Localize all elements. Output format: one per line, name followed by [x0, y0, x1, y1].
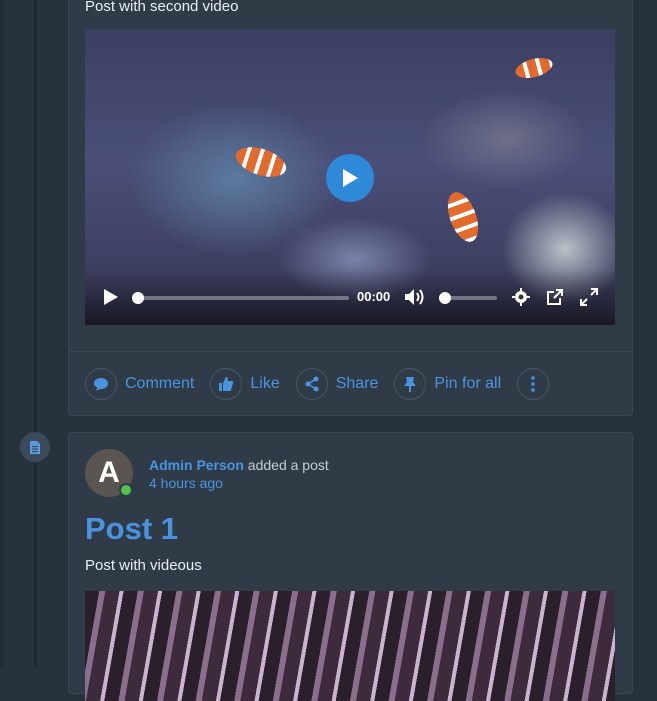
gear-icon — [512, 288, 530, 306]
play-button[interactable] — [99, 285, 123, 309]
thumbs-up-icon — [210, 368, 243, 400]
fullscreen-button[interactable] — [577, 285, 601, 309]
clownfish-image — [513, 54, 555, 82]
play-overlay-button[interactable] — [326, 154, 374, 202]
post-author-line: Admin Person added a post — [149, 457, 329, 473]
post-action-text: added a post — [247, 457, 329, 473]
clownfish-image — [441, 188, 485, 246]
play-icon — [104, 289, 118, 305]
clownfish-image — [232, 141, 290, 183]
external-link-icon — [547, 289, 563, 305]
play-icon — [343, 169, 358, 187]
video-controls: 00:00 — [85, 269, 615, 325]
post-title[interactable]: Post 1 — [85, 511, 178, 547]
volume-icon — [405, 289, 424, 305]
post-actions: Comment Like Share Pin for all — [85, 368, 573, 400]
progress-knob[interactable] — [132, 292, 144, 304]
time-display: 00:00 — [357, 289, 391, 304]
post-subtitle: Post with second video — [85, 0, 239, 15]
comment-label: Comment — [125, 375, 195, 392]
popout-button[interactable] — [543, 285, 567, 309]
online-status-icon — [119, 483, 133, 497]
comment-icon — [85, 368, 117, 400]
avatar-letter: A — [98, 456, 120, 489]
timeline-marker — [20, 432, 50, 462]
post-body: Post with videous — [85, 557, 202, 574]
post-card: A Admin Person added a post 4 hours ago … — [68, 432, 633, 701]
timestamp-link[interactable]: 4 hours ago — [149, 475, 223, 491]
video-player[interactable] — [85, 591, 615, 701]
share-icon — [295, 368, 328, 400]
comment-button[interactable]: Comment — [85, 368, 194, 400]
pin-label: Pin for all — [434, 375, 502, 392]
share-label: Share — [335, 375, 379, 392]
fullscreen-icon — [580, 288, 598, 306]
page-left-edge — [0, 0, 4, 667]
share-button[interactable]: Share — [295, 368, 379, 400]
card-divider — [69, 351, 632, 352]
video-player[interactable]: 00:00 — [85, 29, 615, 325]
document-icon — [30, 440, 40, 454]
volume-knob[interactable] — [439, 292, 451, 304]
like-label: Like — [250, 375, 280, 392]
author-link[interactable]: Admin Person — [149, 457, 244, 473]
volume-button[interactable] — [403, 285, 427, 309]
more-button[interactable] — [517, 368, 557, 400]
settings-button[interactable] — [509, 285, 533, 309]
post-card-video: Post with second video 00:00 Comment Lik… — [68, 0, 633, 416]
pin-button[interactable]: Pin for all — [394, 368, 501, 400]
pin-icon — [394, 368, 427, 400]
timeline-line — [34, 0, 37, 667]
like-button[interactable]: Like — [210, 368, 280, 400]
more-vertical-icon — [517, 368, 550, 400]
progress-bar[interactable] — [137, 296, 349, 300]
